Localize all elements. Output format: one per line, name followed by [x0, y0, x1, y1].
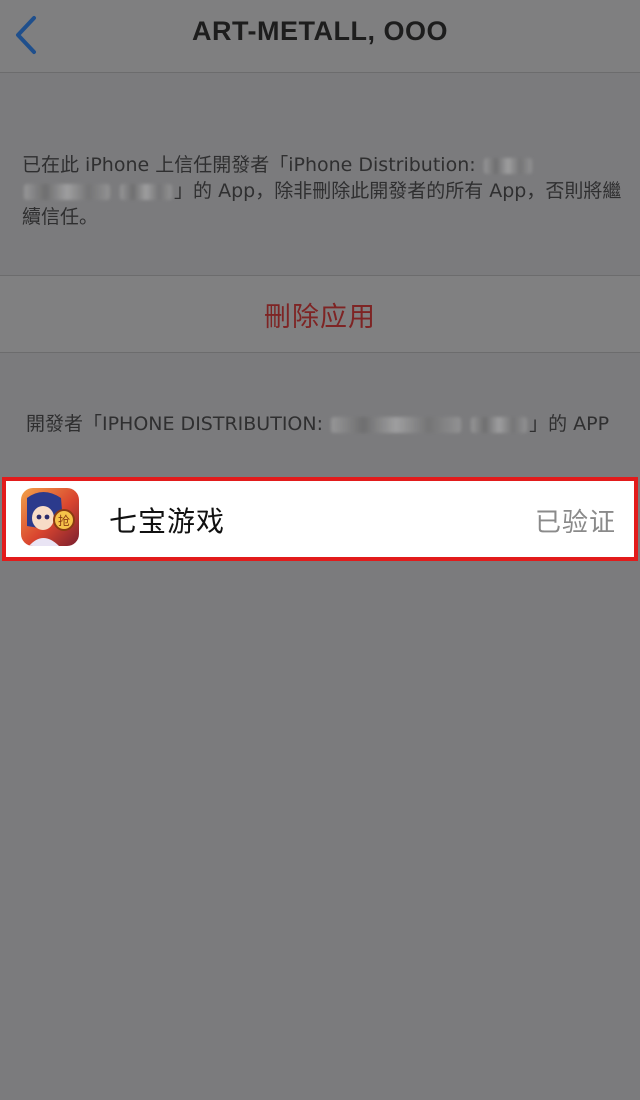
navigation-bar: ART-METALL, OOO: [0, 0, 640, 73]
trust-description-part2: 」的 App，除非刪除此開發者的所有 App，否則將繼續信任。: [22, 180, 622, 228]
app-name: 七宝游戏: [109, 505, 226, 538]
trust-description: 已在此 iPhone 上信任開發者「iPhone Distribution: 」…: [22, 152, 622, 230]
settings-screen: ART-METALL, OOO 已在此 iPhone 上信任開發者「iPhone…: [0, 0, 640, 1100]
app-game-icon: 抢: [21, 488, 79, 546]
page-title: ART-METALL, OOO: [192, 16, 448, 46]
trust-description-part1: 已在此 iPhone 上信任開發者「iPhone Distribution:: [22, 154, 476, 176]
redacted-text: [471, 416, 528, 433]
section-header: 開發者「IPHONE DISTRIBUTION: 」的 APP: [26, 410, 616, 439]
delete-apps-button[interactable]: 刪除应用: [0, 275, 640, 353]
svg-text:抢: 抢: [58, 513, 70, 528]
delete-apps-label: 刪除应用: [264, 301, 376, 333]
redacted-text: [120, 183, 173, 200]
app-verified-status: 已验证: [534, 508, 616, 538]
app-list-item[interactable]: 抢 七宝游戏 已验证: [2, 477, 638, 561]
section-header-prefix: 開發者「IPHONE DISTRIBUTION:: [26, 413, 323, 435]
section-header-suffix: 」的 APP: [529, 413, 610, 435]
redacted-text: [331, 416, 462, 433]
redacted-text: [483, 157, 532, 174]
redacted-text: [24, 183, 110, 200]
